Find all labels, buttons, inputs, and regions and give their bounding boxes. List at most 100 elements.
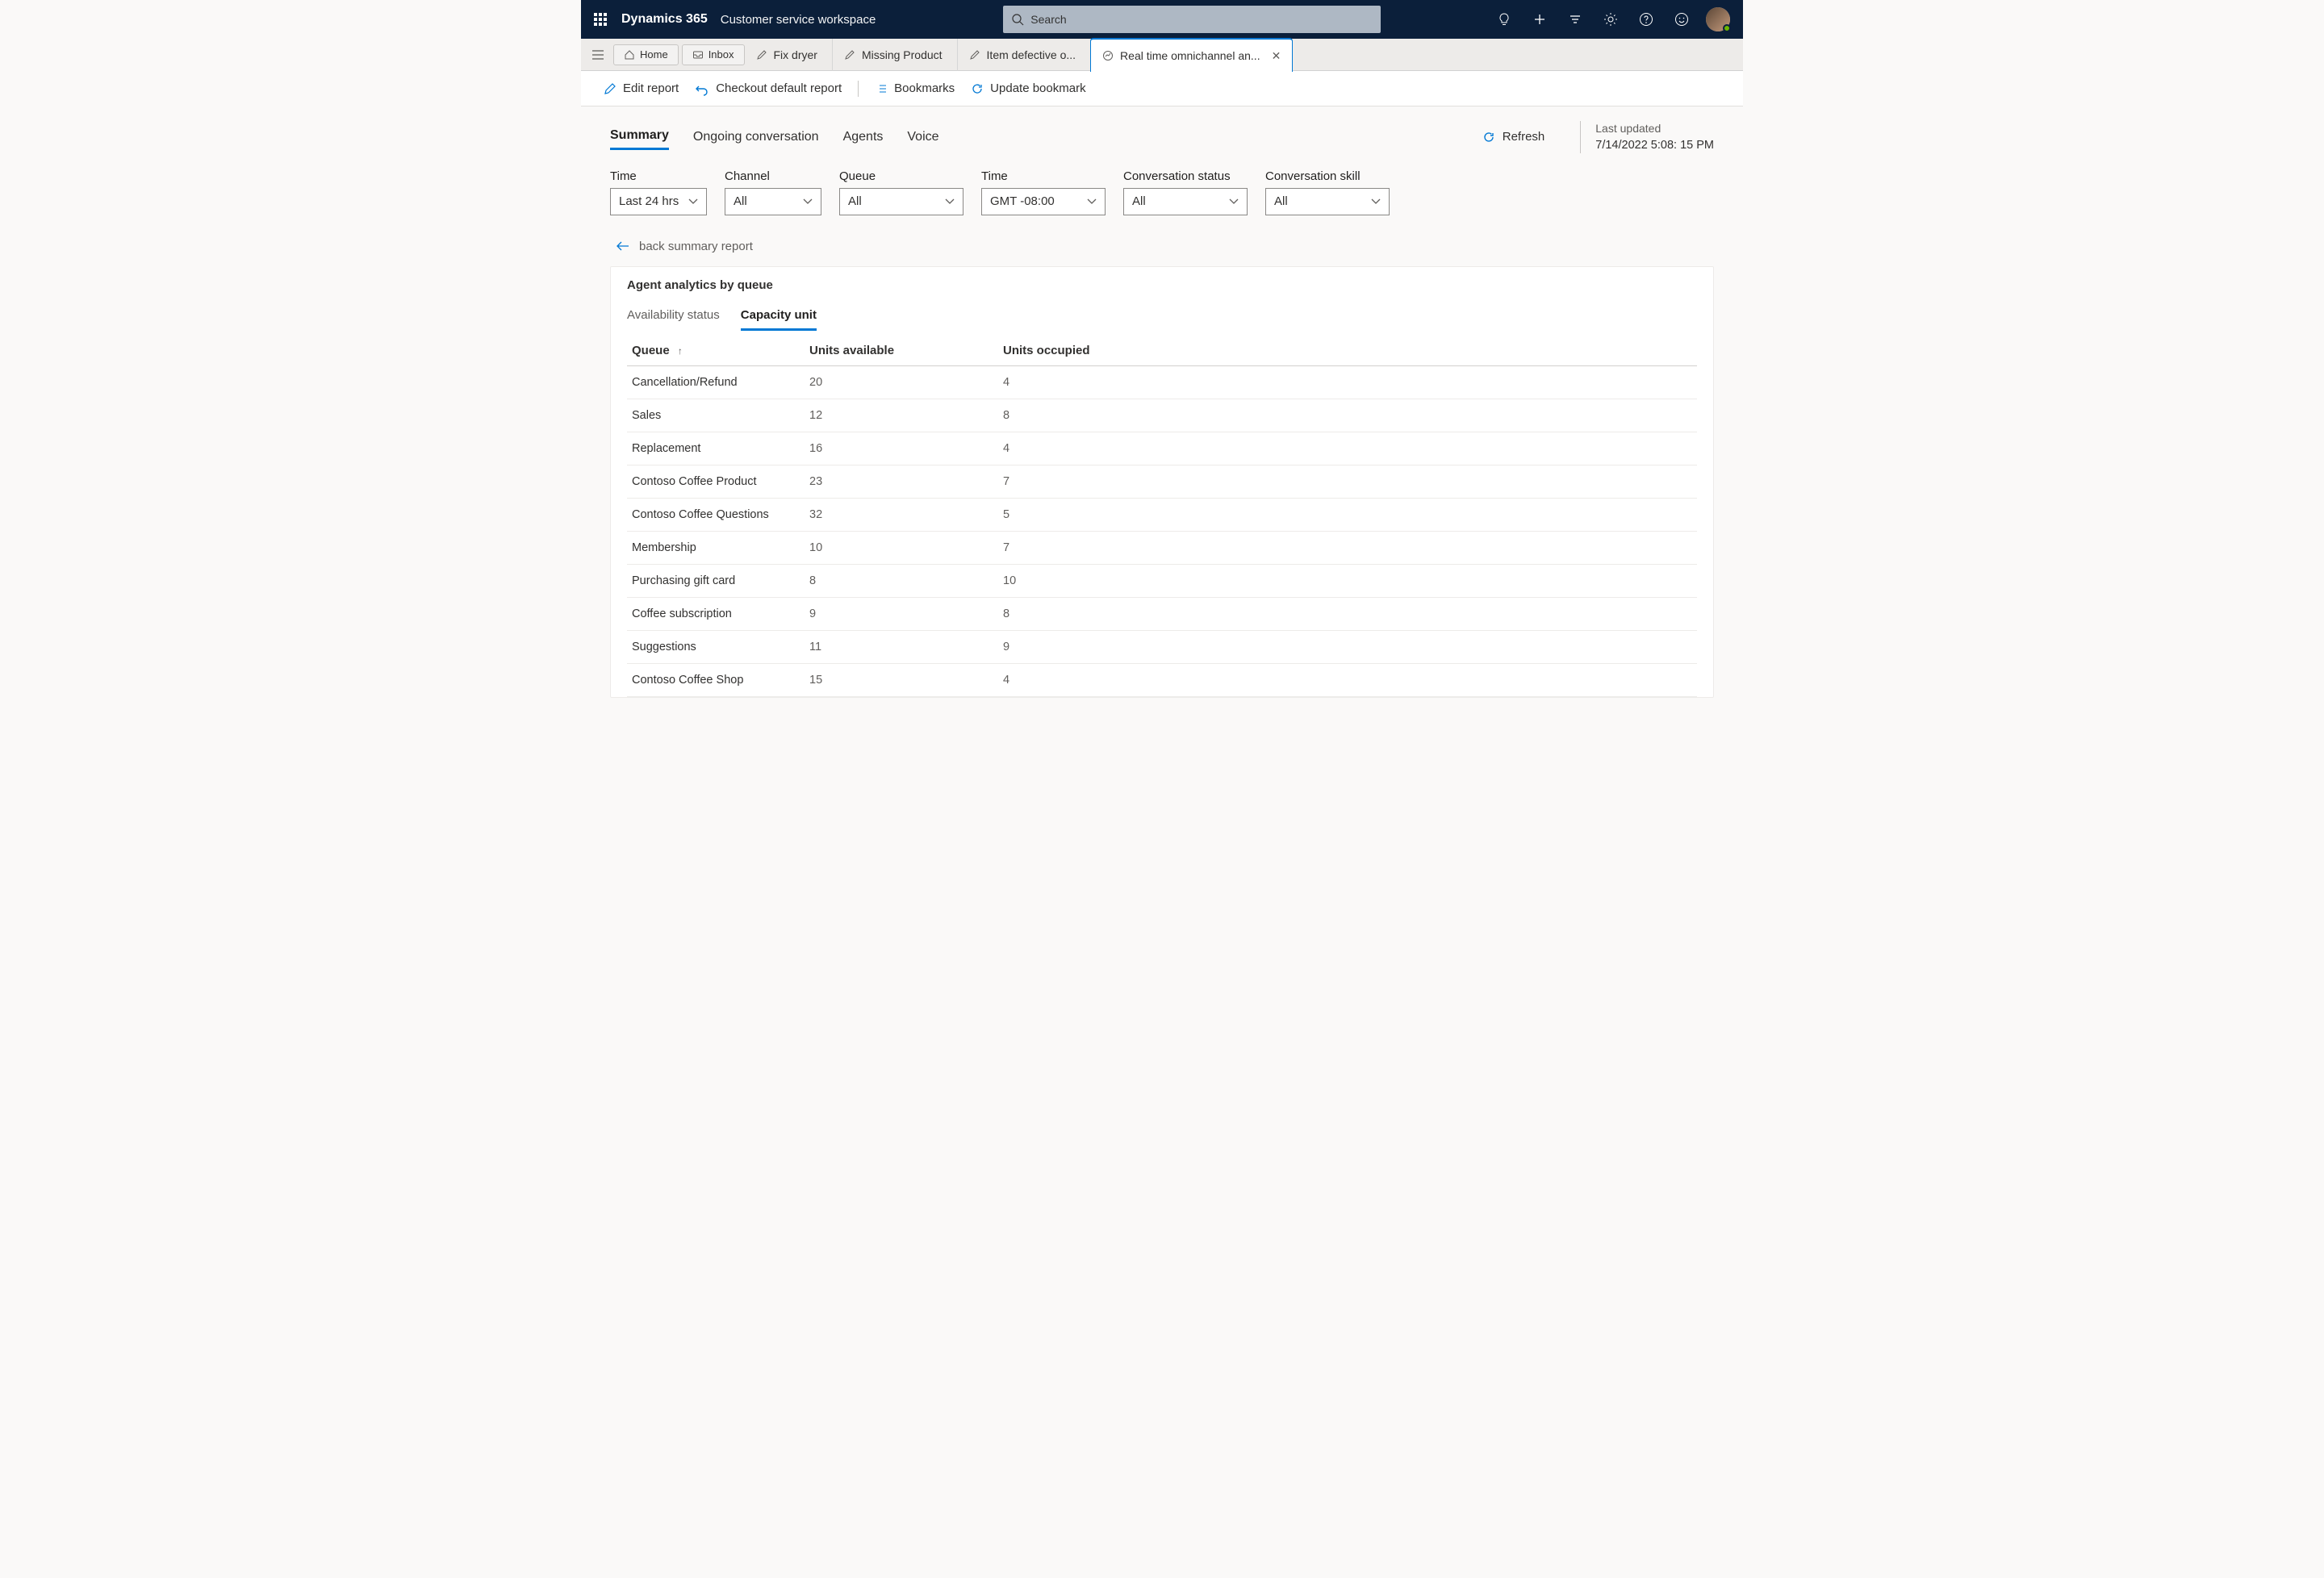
tab-missing-product[interactable]: Missing Product (832, 39, 954, 71)
cell-occupied: 8 (998, 597, 1697, 630)
tab-fix-dryer[interactable]: Fix dryer (748, 39, 829, 71)
subtab-agents[interactable]: Agents (843, 125, 884, 149)
refresh-icon (1482, 130, 1496, 144)
cell-queue: Replacement (627, 432, 805, 465)
chevron-down-icon (1229, 198, 1239, 205)
chevron-down-icon (803, 198, 813, 205)
cell-queue: Cancellation/Refund (627, 365, 805, 399)
cell-occupied: 4 (998, 663, 1697, 696)
tab-realtime-omnichannel[interactable]: Real time omnichannel an... ✕ (1090, 38, 1293, 72)
filter-value-0: Last 24 hrs (619, 194, 679, 208)
help-icon[interactable] (1628, 0, 1664, 39)
card-tab-capacity[interactable]: Capacity unit (741, 302, 817, 331)
table-row[interactable]: Suggestions 11 9 (627, 630, 1697, 663)
edit-report-button[interactable]: Edit report (604, 81, 679, 95)
last-updated-value: 7/14/2022 5:08: 15 PM (1595, 137, 1714, 153)
col-occupied[interactable]: Units occupied (998, 336, 1697, 366)
table-row[interactable]: Purchasing gift card 8 10 (627, 564, 1697, 597)
checkout-default-label: Checkout default report (716, 81, 842, 95)
table-row[interactable]: Membership 10 7 (627, 531, 1697, 564)
cell-queue: Purchasing gift card (627, 564, 805, 597)
table-row[interactable]: Contoso Coffee Questions 32 5 (627, 498, 1697, 531)
cell-available: 9 (805, 597, 998, 630)
cell-queue: Coffee subscription (627, 597, 805, 630)
table-row[interactable]: Replacement 16 4 (627, 432, 1697, 465)
table-row[interactable]: Coffee subscription 9 8 (627, 597, 1697, 630)
cell-occupied: 10 (998, 564, 1697, 597)
cell-queue: Sales (627, 399, 805, 432)
cell-occupied: 5 (998, 498, 1697, 531)
col-available[interactable]: Units available (805, 336, 998, 366)
app-launcher-icon[interactable] (587, 6, 613, 32)
cell-occupied: 7 (998, 465, 1697, 498)
filter-icon[interactable] (1557, 0, 1593, 39)
tab-label: Missing Product (862, 48, 943, 61)
pencil-icon (844, 49, 855, 61)
card-tab-availability[interactable]: Availability status (627, 302, 720, 331)
subtab-ongoing[interactable]: Ongoing conversation (693, 125, 819, 149)
subtab-summary[interactable]: Summary (610, 123, 669, 150)
filter-value-2: All (848, 194, 862, 208)
filter-value-1: All (734, 194, 747, 208)
filter-select-5[interactable]: All (1265, 188, 1390, 215)
search-icon (1011, 13, 1024, 26)
filter-select-0[interactable]: Last 24 hrs (610, 188, 707, 215)
filter-label-4: Conversation status (1123, 169, 1248, 183)
back-summary-link[interactable]: back summary report (617, 240, 1714, 253)
refresh-icon (971, 82, 984, 95)
edit-report-label: Edit report (623, 81, 679, 95)
refresh-button[interactable]: Refresh (1482, 130, 1545, 144)
filter-value-5: All (1274, 194, 1288, 208)
hamburger-icon[interactable] (586, 43, 610, 67)
inbox-icon (692, 49, 704, 61)
cell-queue: Membership (627, 531, 805, 564)
card-title: Agent analytics by queue (627, 278, 1697, 292)
table-row[interactable]: Sales 12 8 (627, 399, 1697, 432)
table-row[interactable]: Contoso Coffee Shop 15 4 (627, 663, 1697, 696)
table-row[interactable]: Cancellation/Refund 20 4 (627, 365, 1697, 399)
chevron-down-icon (945, 198, 955, 205)
cell-available: 23 (805, 465, 998, 498)
col-queue[interactable]: Queue ↑ (627, 336, 805, 366)
filter-label-2: Queue (839, 169, 963, 183)
cell-available: 8 (805, 564, 998, 597)
lightbulb-icon[interactable] (1486, 0, 1522, 39)
cell-available: 32 (805, 498, 998, 531)
update-bookmark-button[interactable]: Update bookmark (971, 81, 1085, 95)
app-topbar: Dynamics 365 Customer service workspace … (581, 0, 1743, 39)
subtab-voice[interactable]: Voice (907, 125, 938, 149)
brand-label: Dynamics 365 (621, 12, 708, 27)
chevron-down-icon (688, 198, 698, 205)
filter-value-4: All (1132, 194, 1146, 208)
cell-queue: Suggestions (627, 630, 805, 663)
smiley-icon[interactable] (1664, 0, 1699, 39)
cell-available: 20 (805, 365, 998, 399)
chevron-down-icon (1087, 198, 1097, 205)
gear-icon[interactable] (1593, 0, 1628, 39)
plus-icon[interactable] (1522, 0, 1557, 39)
cell-available: 10 (805, 531, 998, 564)
filter-select-3[interactable]: GMT -08:00 (981, 188, 1106, 215)
filter-label-0: Time (610, 169, 707, 183)
cell-queue: Contoso Coffee Product (627, 465, 805, 498)
back-summary-label: back summary report (639, 240, 753, 253)
avatar[interactable] (1706, 7, 1730, 31)
filter-select-4[interactable]: All (1123, 188, 1248, 215)
search-placeholder: Search (1030, 13, 1066, 26)
filter-select-2[interactable]: All (839, 188, 963, 215)
refresh-label: Refresh (1503, 130, 1545, 144)
tabstrip: Home Inbox Fix dryer Missing Product Ite… (581, 39, 1743, 71)
tab-home[interactable]: Home (613, 44, 679, 65)
tab-inbox-label: Inbox (708, 48, 734, 61)
search-input[interactable]: Search (1003, 6, 1381, 33)
table-row[interactable]: Contoso Coffee Product 23 7 (627, 465, 1697, 498)
filter-select-1[interactable]: All (725, 188, 821, 215)
bookmarks-button[interactable]: Bookmarks (875, 81, 955, 95)
report-subtabs: Summary Ongoing conversation Agents Voic… (610, 121, 1714, 153)
close-icon[interactable]: ✕ (1272, 49, 1281, 63)
tab-inbox[interactable]: Inbox (682, 44, 745, 65)
pencil-icon (756, 49, 767, 61)
tab-item-defective[interactable]: Item defective o... (957, 39, 1088, 71)
content-area: Summary Ongoing conversation Agents Voic… (581, 106, 1743, 722)
checkout-default-button[interactable]: Checkout default report (695, 81, 842, 96)
